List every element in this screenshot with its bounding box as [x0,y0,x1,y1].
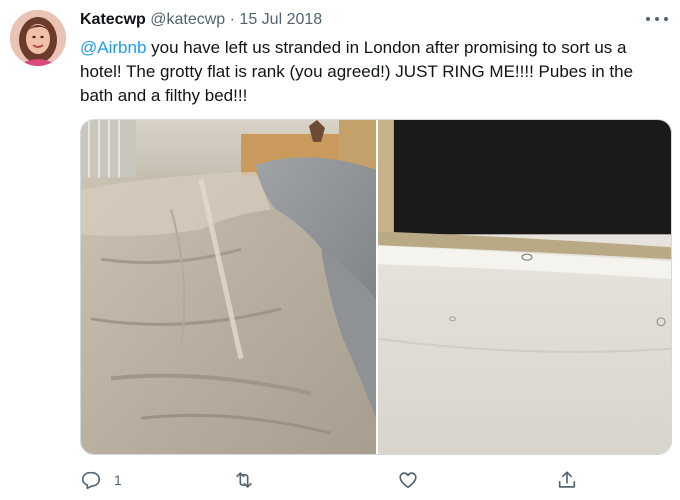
retweet-arrows-icon [236,472,252,488]
tweet-text: @Airbnb you have left us stranded in Lon… [80,36,664,108]
photo-bath[interactable] [378,120,671,454]
dot [646,17,650,21]
mention-link[interactable]: @Airbnb [80,38,146,57]
tweet-header: Katecwp @katecwp · 15 Jul 2018 [80,10,322,30]
reply-count: 1 [114,472,122,488]
user-handle[interactable]: @katecwp [150,11,225,28]
tweet-media [80,119,672,455]
dot [664,17,668,21]
tweet-actions: 1 [80,468,580,492]
reply-button[interactable]: 1 [80,468,122,492]
heart-icon [399,472,417,489]
like-button[interactable] [397,468,419,492]
tweet-body: you have left us stranded in London afte… [80,38,634,105]
retweet-button[interactable] [232,468,256,492]
reply-bubble-icon [81,471,101,490]
display-name[interactable]: Katecwp [80,11,146,28]
share-button[interactable] [556,468,578,492]
dot [655,17,659,21]
separator-dot: · [229,11,235,28]
tweet-date[interactable]: 15 Jul 2018 [239,11,322,28]
tweet[interactable]: Katecwp @katecwp · 15 Jul 2018 @Airbnb y… [0,0,680,500]
more-options-icon[interactable] [646,10,668,28]
avatar[interactable] [10,10,66,66]
share-upload-icon [558,471,576,488]
photo-bed[interactable] [81,120,376,454]
